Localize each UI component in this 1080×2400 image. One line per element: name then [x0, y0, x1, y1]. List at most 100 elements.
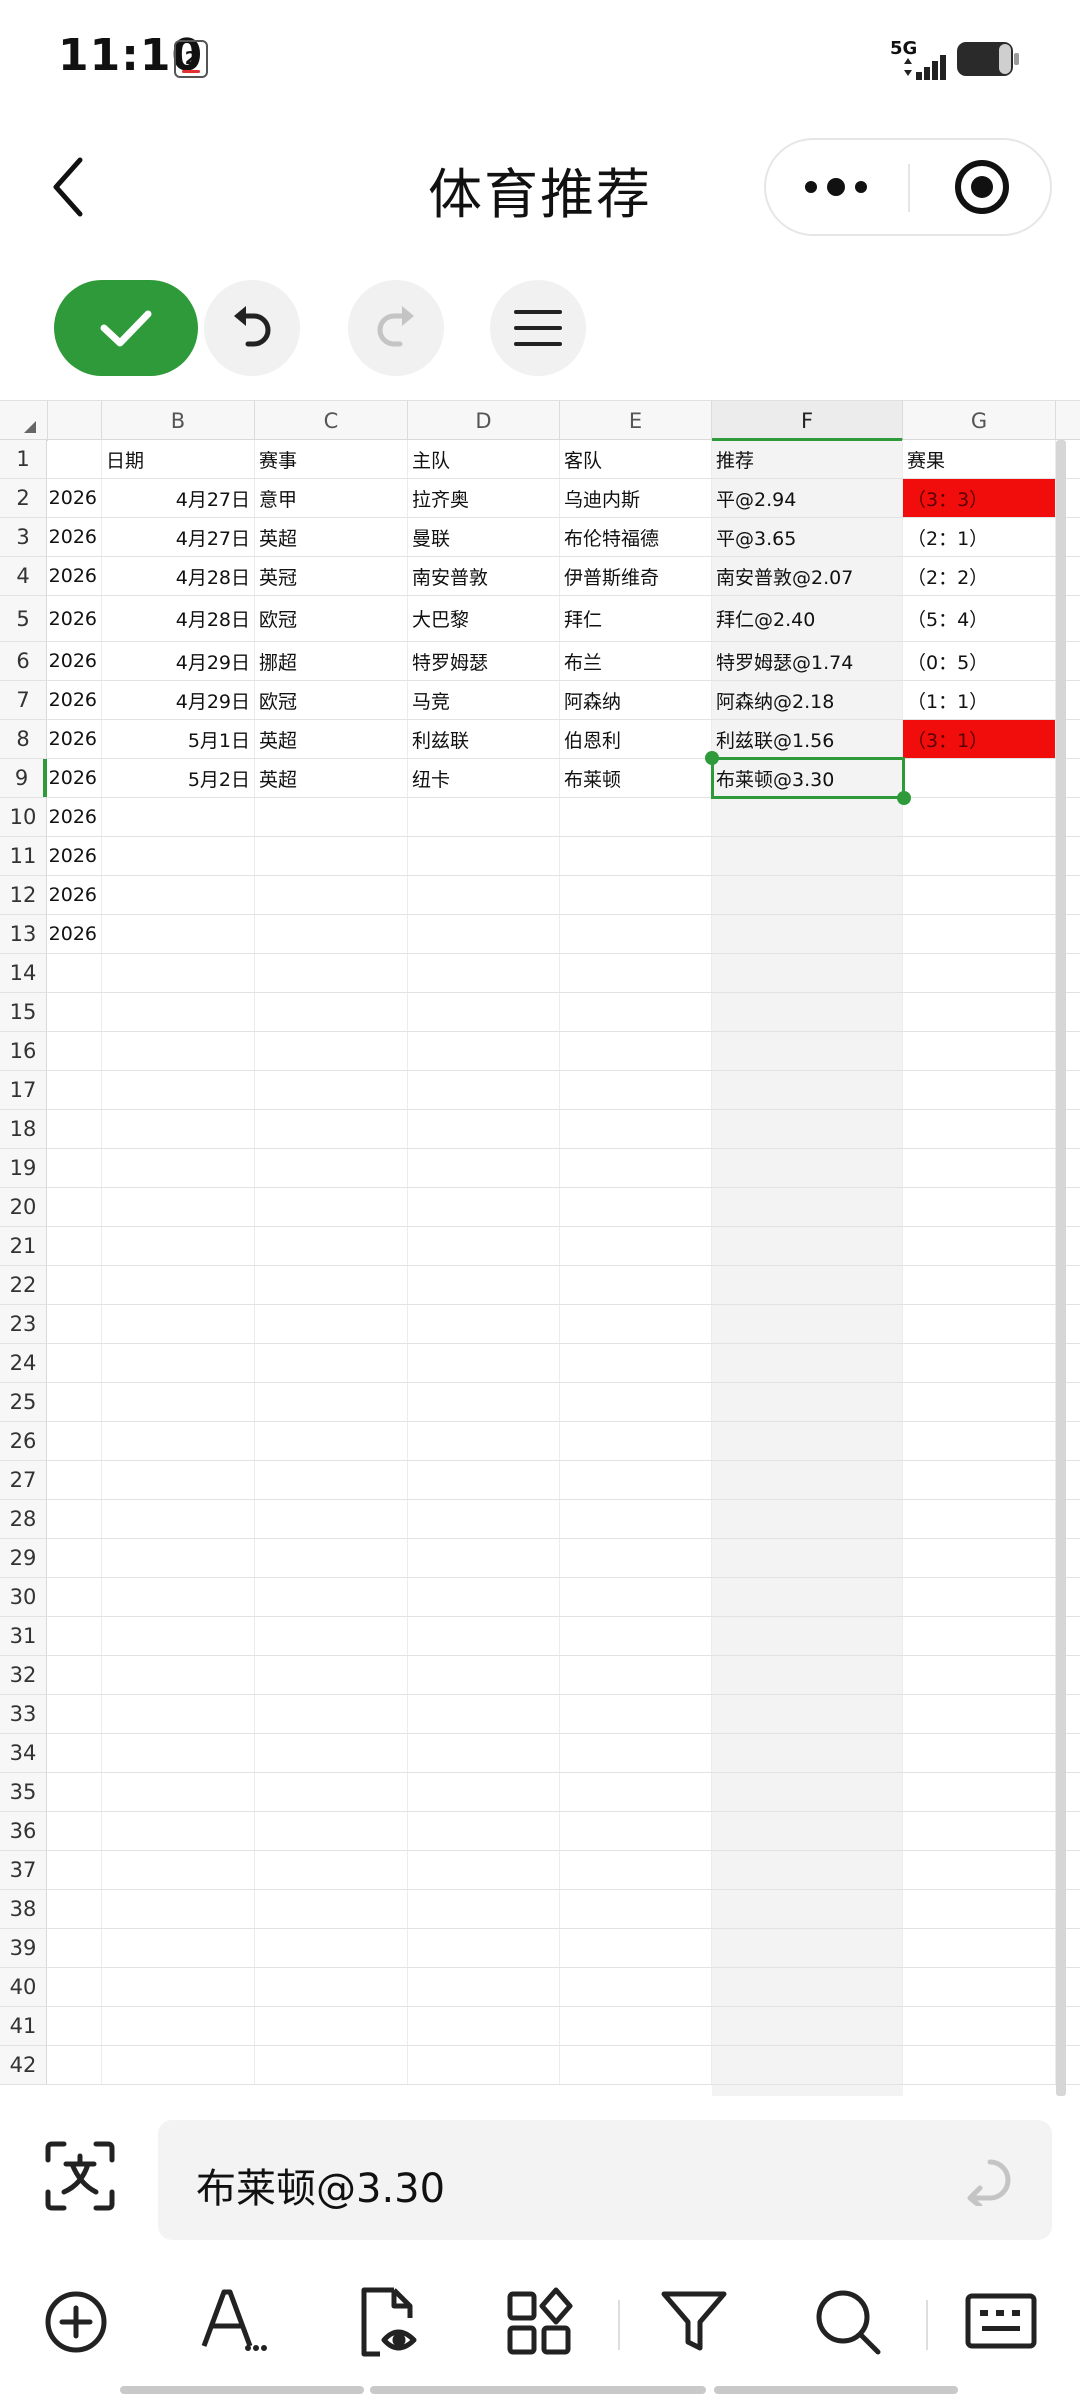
cell-date[interactable]: [102, 1929, 255, 1967]
header-cell-pick[interactable]: 推荐: [712, 440, 903, 478]
cell-league[interactable]: 英超: [255, 518, 408, 556]
cell-away[interactable]: [560, 1032, 712, 1070]
cell-league[interactable]: [255, 1227, 408, 1265]
cell-year[interactable]: [48, 1773, 102, 1811]
cell-pick[interactable]: 利兹联@1.56: [712, 720, 903, 758]
cell-league[interactable]: 英冠: [255, 557, 408, 595]
row-header[interactable]: 40: [0, 1968, 47, 2006]
confirm-button[interactable]: [54, 280, 198, 376]
row-header[interactable]: 13: [0, 915, 47, 953]
filter-button[interactable]: [656, 2284, 732, 2360]
row-header[interactable]: 41: [0, 2007, 47, 2045]
row-header[interactable]: 29: [0, 1539, 47, 1577]
enter-icon[interactable]: [962, 2154, 1016, 2206]
cell-league[interactable]: [255, 837, 408, 875]
cell-year[interactable]: [48, 1656, 102, 1694]
cell-year[interactable]: 2026: [48, 759, 102, 797]
cell-result[interactable]: [903, 1851, 1056, 1889]
cell-league[interactable]: [255, 1032, 408, 1070]
cell-year[interactable]: [48, 1071, 102, 1109]
cell-away[interactable]: [560, 1110, 712, 1148]
row-header[interactable]: 10: [0, 798, 47, 836]
cell-year[interactable]: [48, 1461, 102, 1499]
cell-result[interactable]: [903, 1110, 1056, 1148]
cell-home[interactable]: [408, 1656, 560, 1694]
cell-pick[interactable]: [712, 1266, 903, 1304]
cell-pick[interactable]: [712, 1539, 903, 1577]
cell-date[interactable]: [102, 993, 255, 1031]
cell-pick[interactable]: [712, 1383, 903, 1421]
cell-home[interactable]: 利兹联: [408, 720, 560, 758]
row-header[interactable]: 36: [0, 1812, 47, 1850]
cell-year[interactable]: [48, 1422, 102, 1460]
cell-date[interactable]: 4月27日: [102, 479, 255, 517]
cell-year[interactable]: [48, 1851, 102, 1889]
cell-year[interactable]: [48, 2007, 102, 2045]
cell-home[interactable]: [408, 1500, 560, 1538]
cell-result[interactable]: （3：3）: [903, 479, 1056, 517]
cell-year[interactable]: [48, 1617, 102, 1655]
cell-date[interactable]: [102, 1500, 255, 1538]
cell-date[interactable]: [102, 1578, 255, 1616]
cell-result[interactable]: [903, 1773, 1056, 1811]
cell-away[interactable]: 布伦特福德: [560, 518, 712, 556]
cell-year[interactable]: [48, 954, 102, 992]
cell-away[interactable]: [560, 1500, 712, 1538]
cell-league[interactable]: [255, 1383, 408, 1421]
cell-away[interactable]: 布兰: [560, 642, 712, 680]
vertical-scrollbar[interactable]: [1056, 440, 1066, 2096]
cell-year[interactable]: 2026: [48, 479, 102, 517]
cell-date[interactable]: [102, 1110, 255, 1148]
row-header[interactable]: 37: [0, 1851, 47, 1889]
cell-away[interactable]: 阿森纳: [560, 681, 712, 719]
cell-league[interactable]: [255, 915, 408, 953]
cell-date[interactable]: 5月2日: [102, 759, 255, 797]
cell-date[interactable]: [102, 1305, 255, 1343]
cell-away[interactable]: [560, 1578, 712, 1616]
cell-pick[interactable]: 布莱顿@3.30: [712, 759, 903, 797]
cell-league[interactable]: [255, 954, 408, 992]
cell-year[interactable]: [48, 1539, 102, 1577]
cell-year[interactable]: 2026: [48, 915, 102, 953]
cell-league[interactable]: 欧冠: [255, 596, 408, 641]
row-header[interactable]: 17: [0, 1071, 47, 1109]
cell-date[interactable]: [102, 1695, 255, 1733]
cell-pick[interactable]: [712, 915, 903, 953]
cell-league[interactable]: [255, 1539, 408, 1577]
cell-date[interactable]: [102, 876, 255, 914]
row-header[interactable]: 12: [0, 876, 47, 914]
cell-year[interactable]: [48, 1383, 102, 1421]
row-header[interactable]: 6: [0, 642, 47, 680]
cell-date[interactable]: [102, 1227, 255, 1265]
cell-away[interactable]: [560, 1929, 712, 1967]
cell-home[interactable]: [408, 1773, 560, 1811]
cell-year[interactable]: [48, 2046, 102, 2084]
cell-away[interactable]: [560, 915, 712, 953]
cell-away[interactable]: 布莱顿: [560, 759, 712, 797]
cell-home[interactable]: [408, 1227, 560, 1265]
cell-away[interactable]: [560, 1734, 712, 1772]
row-header[interactable]: 26: [0, 1422, 47, 1460]
cell-date[interactable]: 4月28日: [102, 596, 255, 641]
cell-result[interactable]: [903, 1968, 1056, 2006]
column-header-a[interactable]: [48, 401, 102, 441]
cell-away[interactable]: [560, 1383, 712, 1421]
more-button[interactable]: [766, 140, 906, 234]
cell-pick[interactable]: [712, 1617, 903, 1655]
cell-away[interactable]: 拜仁: [560, 596, 712, 641]
cell-league[interactable]: [255, 1773, 408, 1811]
cell-away[interactable]: [560, 1851, 712, 1889]
cell-year[interactable]: [48, 1812, 102, 1850]
cell-home[interactable]: [408, 1617, 560, 1655]
cell-result[interactable]: （1：1）: [903, 681, 1056, 719]
cell-pick[interactable]: [712, 1422, 903, 1460]
cell-date[interactable]: [102, 2046, 255, 2084]
row-header[interactable]: 11: [0, 837, 47, 875]
cell-pick[interactable]: [712, 1344, 903, 1382]
cell-result[interactable]: [903, 1071, 1056, 1109]
cell-league[interactable]: [255, 1656, 408, 1694]
cell-result[interactable]: [903, 1734, 1056, 1772]
cell-date[interactable]: [102, 1188, 255, 1226]
cell-league[interactable]: 欧冠: [255, 681, 408, 719]
cell-result[interactable]: [903, 837, 1056, 875]
